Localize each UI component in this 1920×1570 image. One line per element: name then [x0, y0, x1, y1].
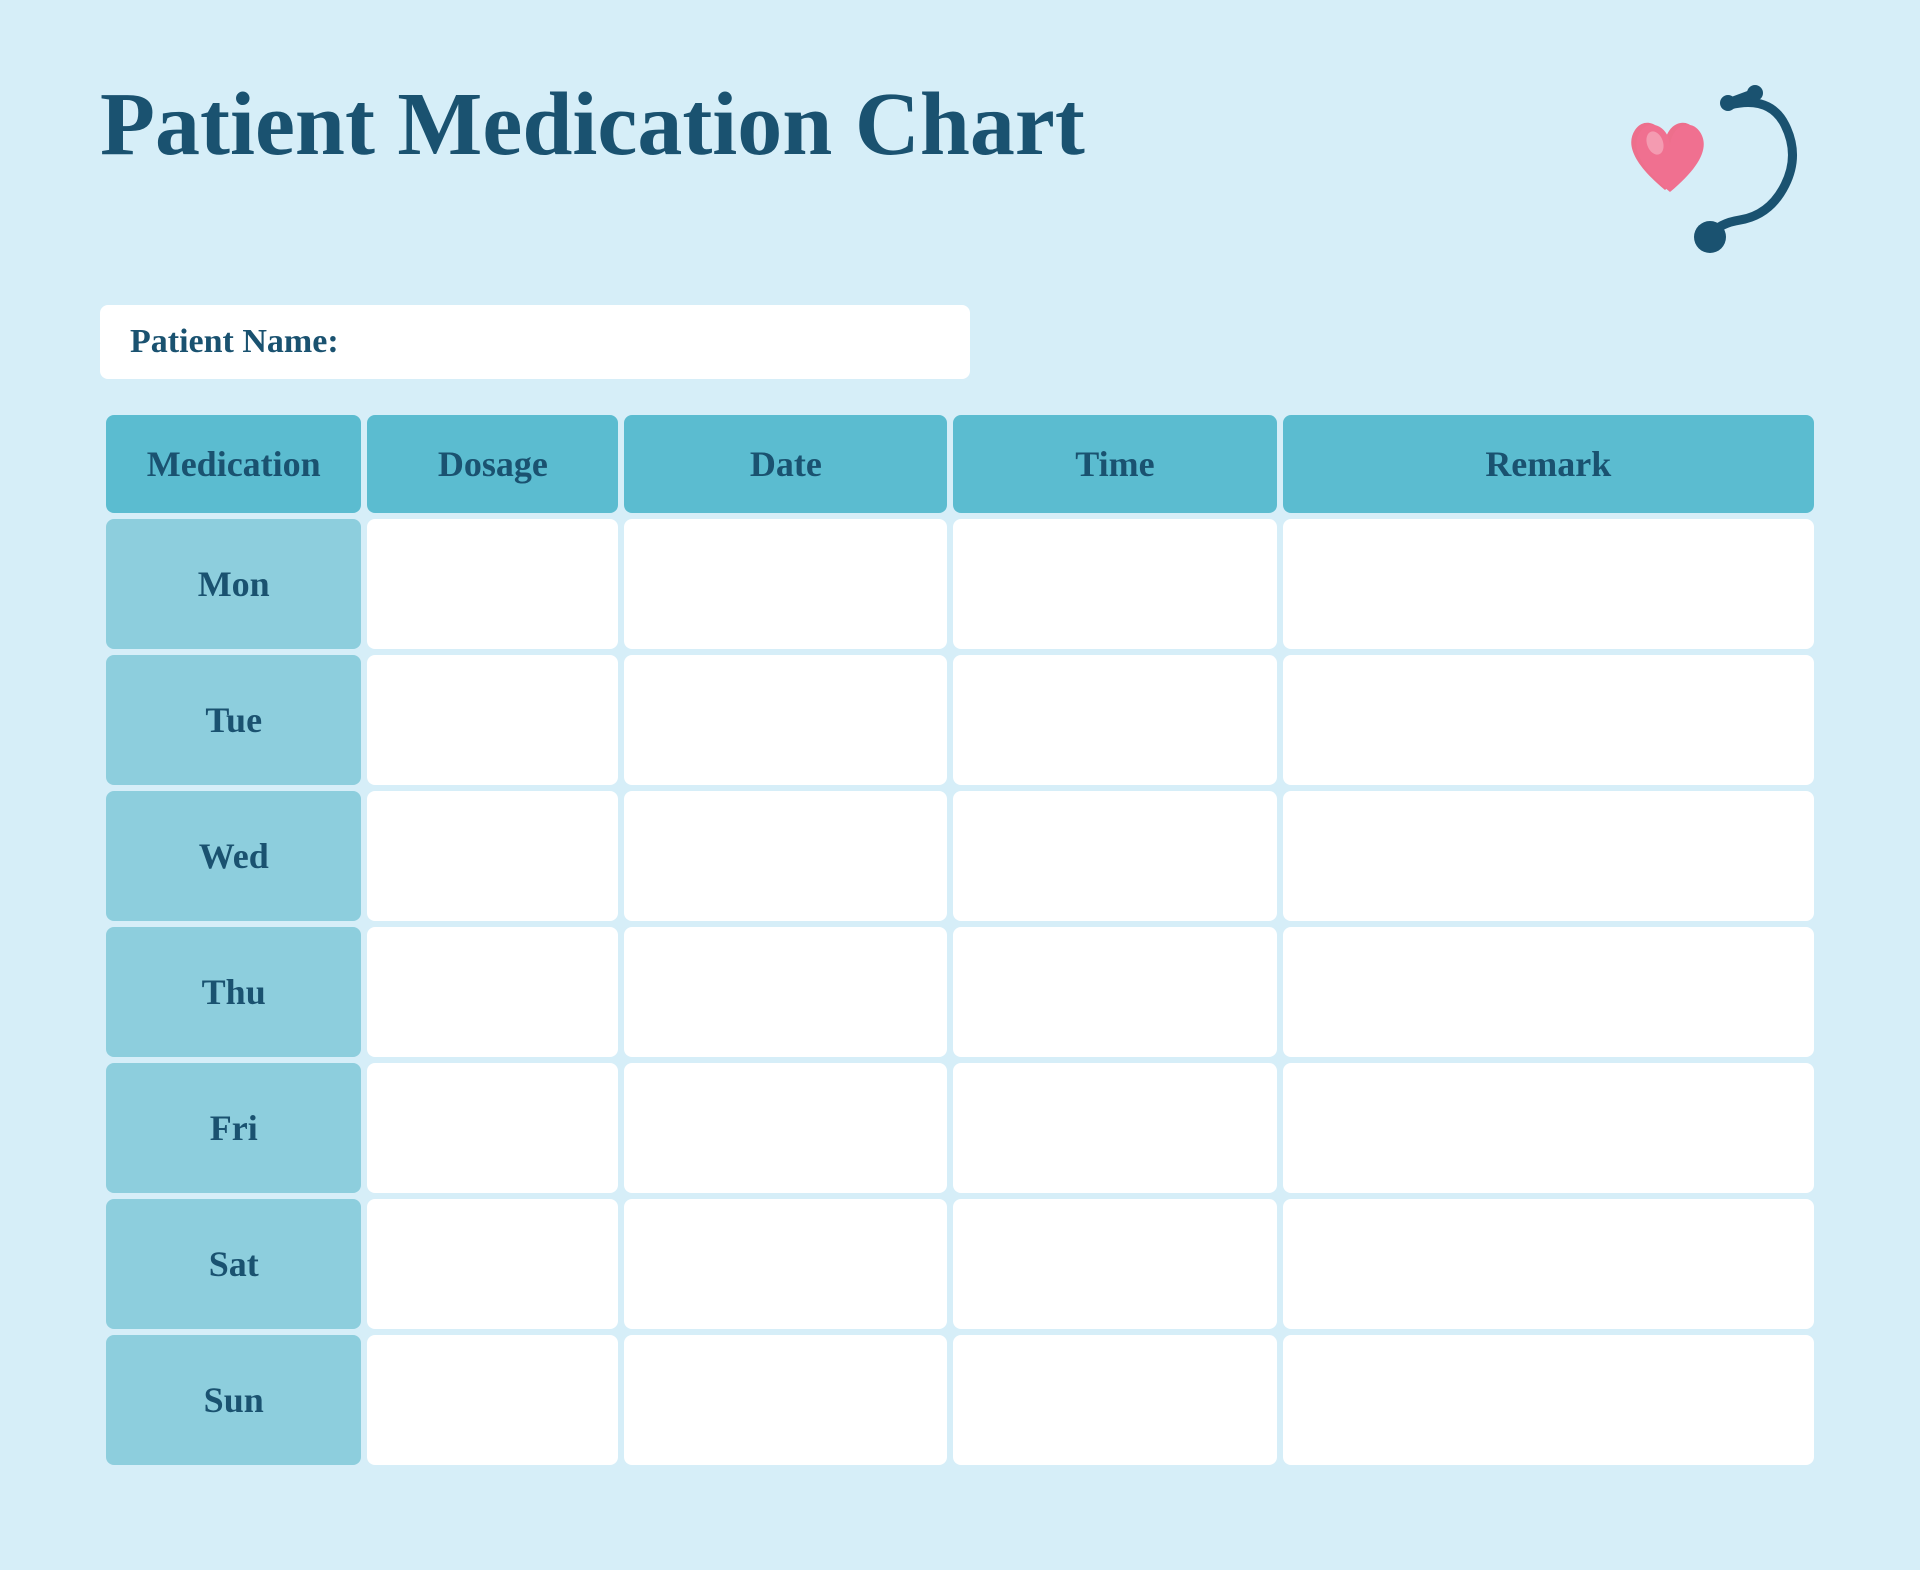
- page-container: Patient Medication Chart Patient N: [50, 35, 1870, 1535]
- cell-wed-dosage[interactable]: [367, 791, 618, 921]
- table-row: Sat: [106, 1199, 1814, 1329]
- table-row: Sun: [106, 1335, 1814, 1465]
- day-wednesday: Wed: [106, 791, 361, 921]
- cell-tue-remark[interactable]: [1283, 655, 1814, 785]
- cell-thu-dosage[interactable]: [367, 927, 618, 1057]
- header: Patient Medication Chart: [100, 75, 1820, 275]
- cell-thu-time[interactable]: [953, 927, 1276, 1057]
- cell-sun-time[interactable]: [953, 1335, 1276, 1465]
- cell-sun-dosage[interactable]: [367, 1335, 618, 1465]
- cell-sat-remark[interactable]: [1283, 1199, 1814, 1329]
- cell-sat-date[interactable]: [624, 1199, 947, 1329]
- day-monday: Mon: [106, 519, 361, 649]
- cell-fri-time[interactable]: [953, 1063, 1276, 1193]
- table-row: Mon: [106, 519, 1814, 649]
- cell-sun-date[interactable]: [624, 1335, 947, 1465]
- cell-sat-time[interactable]: [953, 1199, 1276, 1329]
- header-time: Time: [953, 415, 1276, 513]
- day-friday: Fri: [106, 1063, 361, 1193]
- cell-mon-time[interactable]: [953, 519, 1276, 649]
- cell-mon-dosage[interactable]: [367, 519, 618, 649]
- header-dosage: Dosage: [367, 415, 618, 513]
- table-header-row: Medication Dosage Date Time Remark: [106, 415, 1814, 513]
- patient-name-label: Patient Name:: [130, 323, 339, 360]
- cell-mon-date[interactable]: [624, 519, 947, 649]
- header-date: Date: [624, 415, 947, 513]
- day-thursday: Thu: [106, 927, 361, 1057]
- day-tuesday: Tue: [106, 655, 361, 785]
- page-title: Patient Medication Chart: [100, 75, 1085, 174]
- table-row: Thu: [106, 927, 1814, 1057]
- cell-wed-date[interactable]: [624, 791, 947, 921]
- day-sunday: Sun: [106, 1335, 361, 1465]
- cell-tue-time[interactable]: [953, 655, 1276, 785]
- cell-fri-dosage[interactable]: [367, 1063, 618, 1193]
- table-row: Wed: [106, 791, 1814, 921]
- table-row: Tue: [106, 655, 1814, 785]
- medical-icon: [1600, 75, 1820, 275]
- day-saturday: Sat: [106, 1199, 361, 1329]
- medication-chart-table: Medication Dosage Date Time Remark Mon T…: [100, 409, 1820, 1471]
- cell-fri-remark[interactable]: [1283, 1063, 1814, 1193]
- cell-wed-remark[interactable]: [1283, 791, 1814, 921]
- cell-fri-date[interactable]: [624, 1063, 947, 1193]
- cell-thu-date[interactable]: [624, 927, 947, 1057]
- table-row: Fri: [106, 1063, 1814, 1193]
- cell-tue-dosage[interactable]: [367, 655, 618, 785]
- cell-sat-dosage[interactable]: [367, 1199, 618, 1329]
- cell-mon-remark[interactable]: [1283, 519, 1814, 649]
- header-remark: Remark: [1283, 415, 1814, 513]
- cell-sun-remark[interactable]: [1283, 1335, 1814, 1465]
- cell-thu-remark[interactable]: [1283, 927, 1814, 1057]
- patient-name-row[interactable]: Patient Name:: [100, 305, 970, 379]
- cell-wed-time[interactable]: [953, 791, 1276, 921]
- cell-tue-date[interactable]: [624, 655, 947, 785]
- header-medication: Medication: [106, 415, 361, 513]
